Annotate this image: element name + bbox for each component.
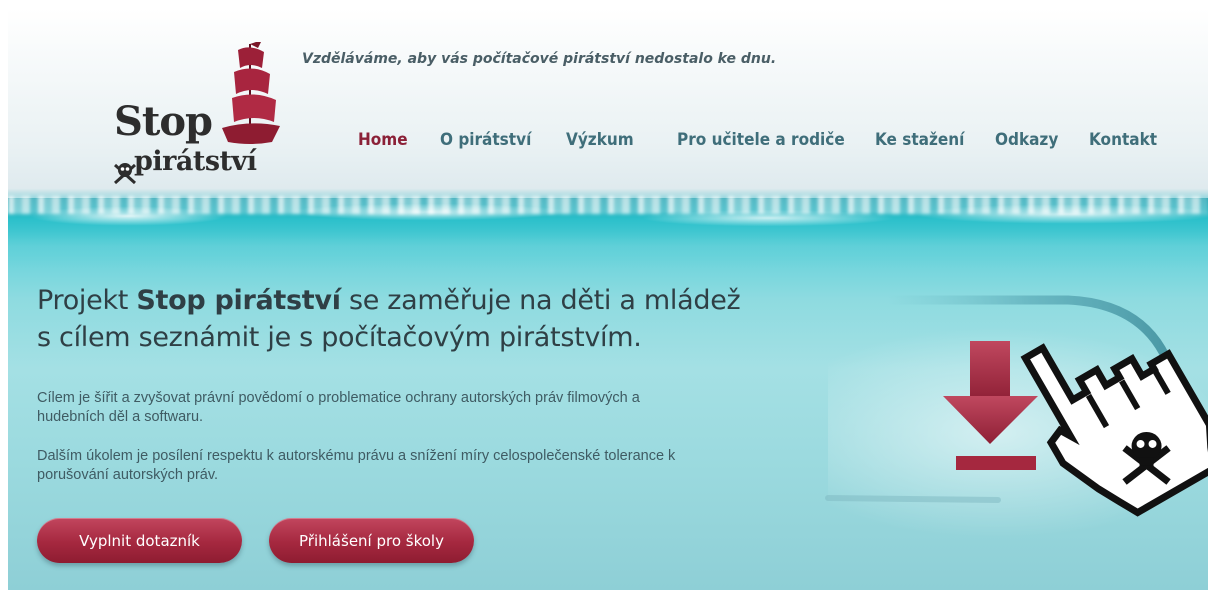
headline-suffix: se zaměřuje na děti a mládež <box>340 285 741 316</box>
hero-paragraph-2: Dalším úkolem je posílení respektu k aut… <box>37 448 676 483</box>
nav-item-o-piratstvi[interactable]: O pirátství <box>440 130 531 150</box>
school-login-button[interactable]: Přihlášení pro školy <box>269 518 474 563</box>
headline-line-2: s cílem seznámit je s počítačovým piráts… <box>37 322 642 353</box>
skull-crossbones-icon <box>113 163 137 185</box>
nav-item-pro-ucitele[interactable]: Pro učitele a rodiče <box>677 130 845 150</box>
sea-foam <box>8 196 1208 214</box>
site-logo[interactable]: Stop pirátství <box>108 42 280 192</box>
nav-item-vyzkum[interactable]: Výzkum <box>566 130 634 150</box>
pirate-ship-icon <box>222 42 280 144</box>
page: Stop pirátství Vzděláváme, aby vás počít… <box>8 8 1208 590</box>
illustration-glow <box>828 318 1208 548</box>
nav-item-home[interactable]: Home <box>358 130 408 150</box>
headline-brand: Stop pirátství <box>136 285 341 316</box>
site-tagline: Vzděláváme, aby vás počítačové pirátství… <box>302 51 777 67</box>
logo-text-piratstvi: pirátství <box>134 146 257 177</box>
nav-item-ke-stazeni[interactable]: Ke stažení <box>875 130 964 150</box>
nav-item-odkazy[interactable]: Odkazy <box>995 130 1058 150</box>
logo-text-stop: Stop <box>114 98 213 145</box>
fill-survey-button[interactable]: Vyplnit dotazník <box>37 518 242 563</box>
hero-headline: Projekt Stop pirátství se zaměřuje na dě… <box>37 282 797 356</box>
hero-paragraph-1: Cílem je šířit a zvyšovat právní povědom… <box>37 390 640 425</box>
nav-item-kontakt[interactable]: Kontakt <box>1089 130 1157 150</box>
headline-prefix: Projekt <box>37 285 137 316</box>
